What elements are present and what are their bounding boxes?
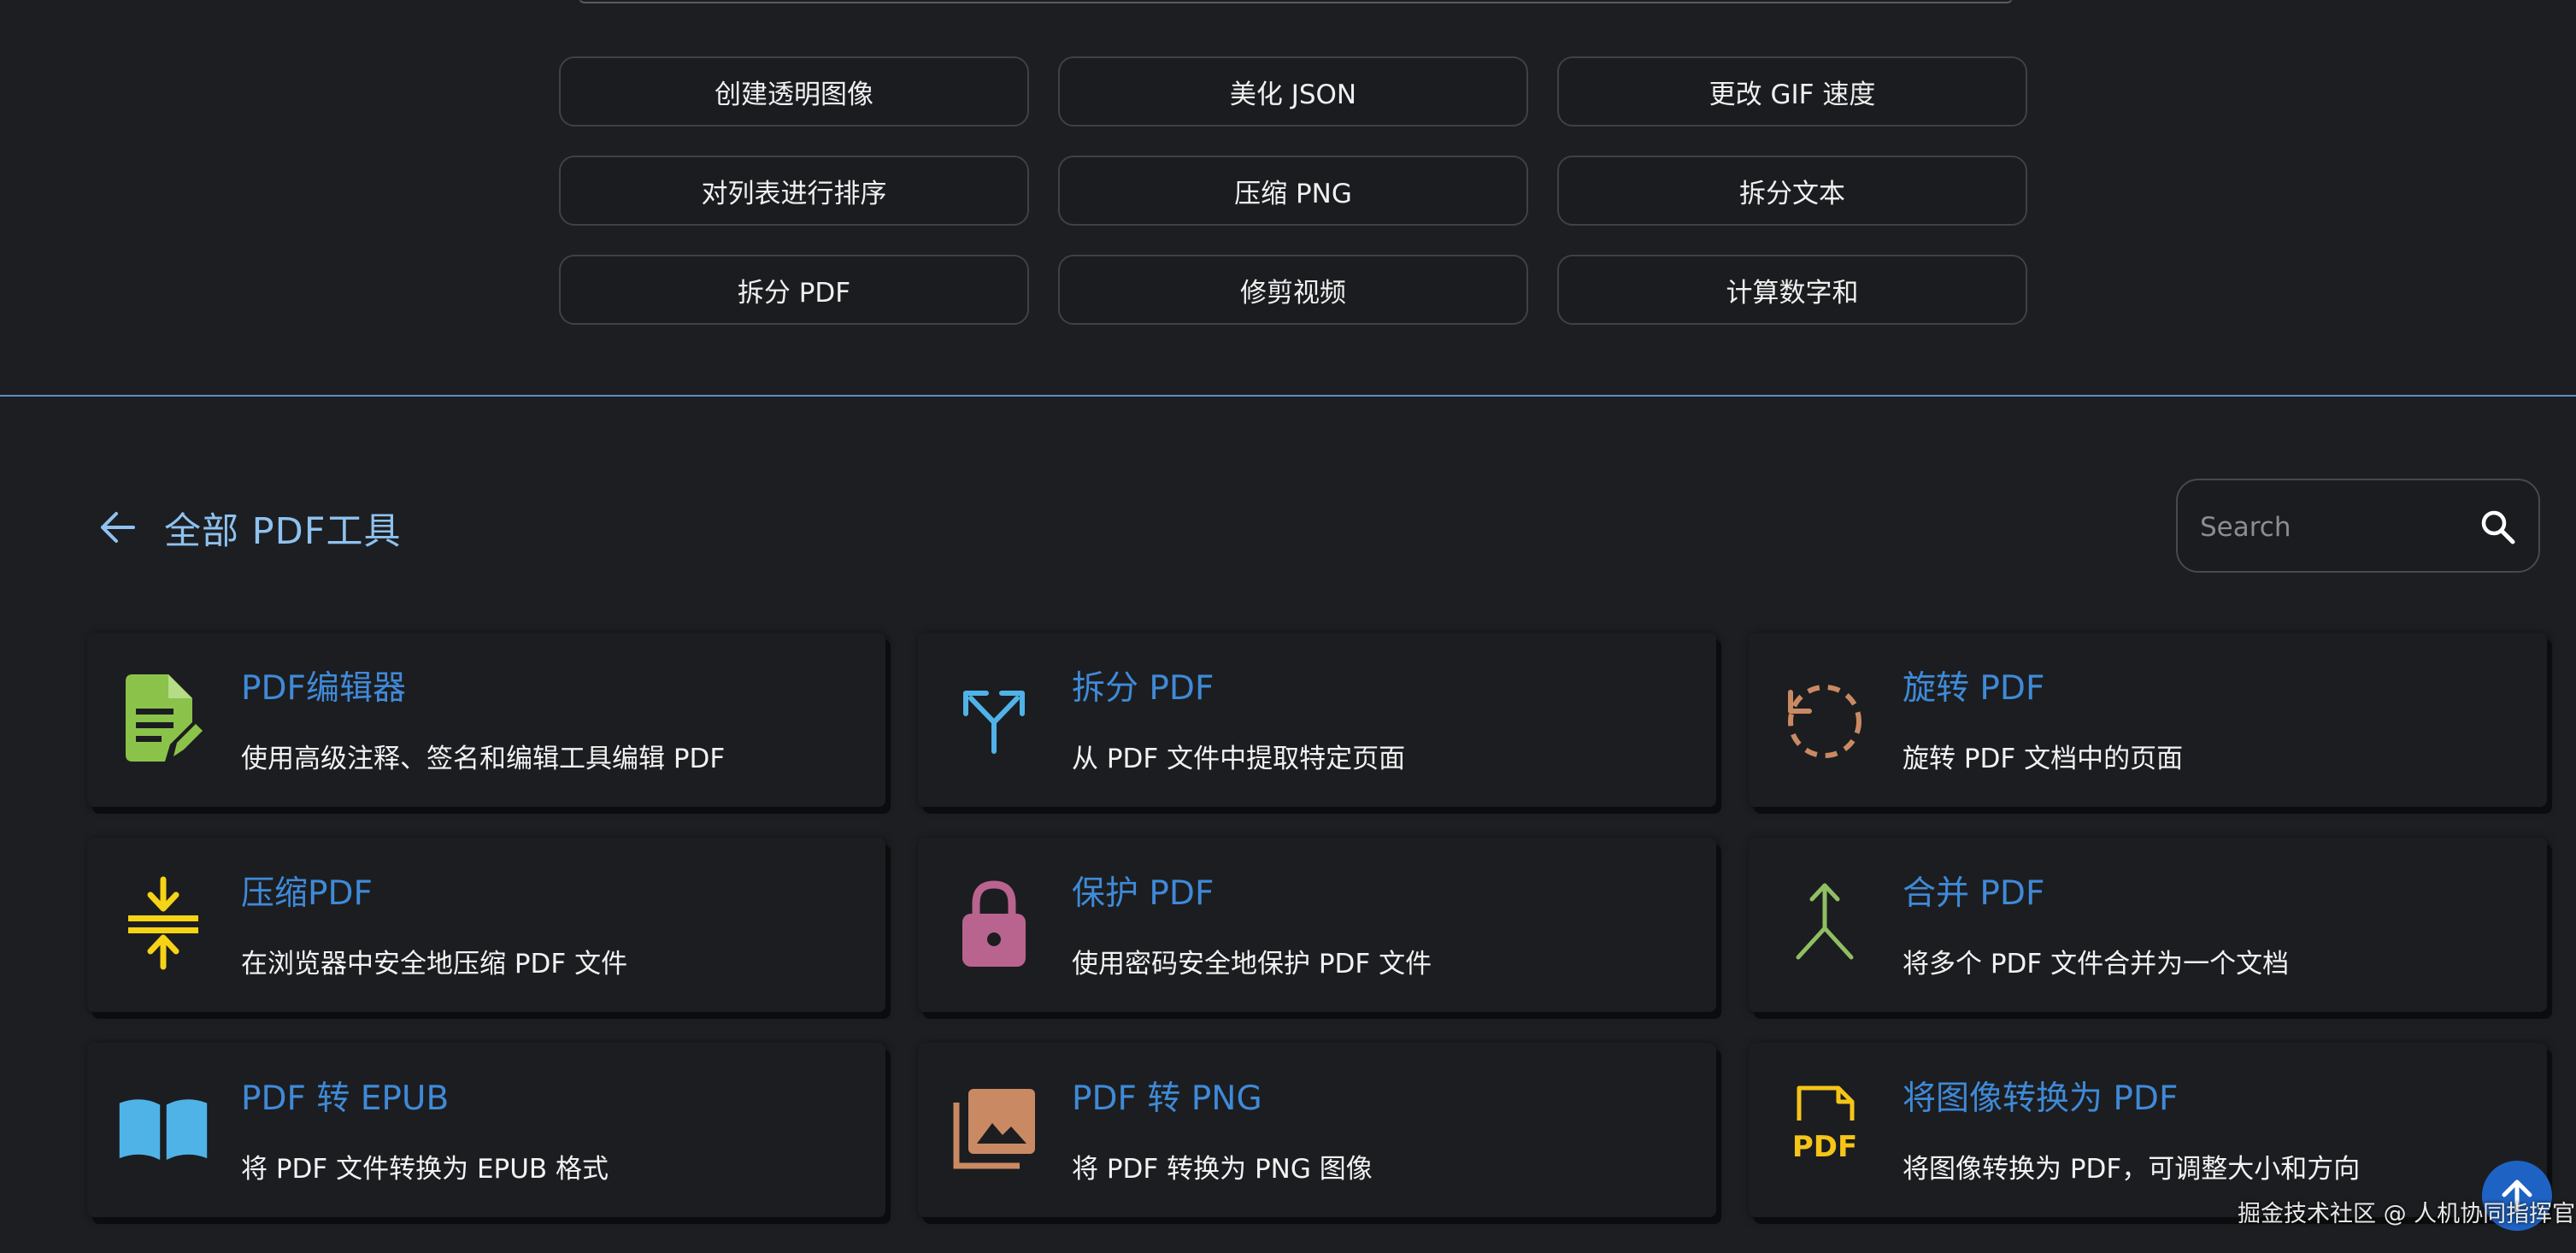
quick-link-button[interactable]: 更改 GIF 速度 <box>1557 56 2027 126</box>
tool-card-protect-pdf[interactable]: 保护 PDF 使用密码安全地保护 PDF 文件 <box>918 838 1716 1012</box>
tool-title: 旋转 PDF <box>1903 669 2045 708</box>
tool-title: PDF 转 EPUB <box>241 1079 450 1118</box>
tool-title: 将图像转换为 PDF <box>1903 1079 2179 1118</box>
tool-description: 旋转 PDF 文档中的页面 <box>1903 744 2184 774</box>
tool-description: 将 PDF 转换为 PNG 图像 <box>1072 1154 1373 1185</box>
search-box <box>2176 479 2540 573</box>
quick-link-button[interactable]: 计算数字和 <box>1557 255 2027 325</box>
lock-icon <box>947 872 1041 974</box>
tool-card-pdf-to-png[interactable]: PDF 转 PNG 将 PDF 转换为 PNG 图像 <box>918 1043 1716 1217</box>
image-stack-icon <box>947 1077 1041 1179</box>
compress-icon <box>116 872 210 974</box>
tool-description: 将图像转换为 PDF，可调整大小和方向 <box>1903 1154 2361 1185</box>
search-input[interactable] <box>2198 501 2458 554</box>
watermark: 掘金技术社区 @ 人机协同指挥官 <box>2238 1201 2576 1227</box>
pdf-tools-grid: PDF编辑器 使用高级注释、签名和编辑工具编辑 PDF 拆分 PDF 从 PDF… <box>87 632 2547 1217</box>
tool-title: PDF编辑器 <box>241 669 406 708</box>
tool-card-pdf-editor[interactable]: PDF编辑器 使用高级注释、签名和编辑工具编辑 PDF <box>87 632 885 807</box>
quick-link-button[interactable]: 对列表进行排序 <box>559 156 1029 226</box>
tool-description: 从 PDF 文件中提取特定页面 <box>1072 744 1406 774</box>
quick-link-button[interactable]: 美化 JSON <box>1058 56 1528 126</box>
tool-card-pdf-to-epub[interactable]: PDF 转 EPUB 将 PDF 文件转换为 EPUB 格式 <box>87 1043 885 1217</box>
book-open-icon <box>116 1077 210 1179</box>
tool-title: PDF 转 PNG <box>1072 1079 1262 1118</box>
quick-link-button[interactable]: 拆分 PDF <box>559 255 1029 325</box>
tool-description: 使用密码安全地保护 PDF 文件 <box>1072 949 1432 979</box>
split-arrows-icon <box>947 667 1041 769</box>
quick-link-button[interactable]: 创建透明图像 <box>559 56 1029 126</box>
quick-links-section: 创建透明图像 美化 JSON 更改 GIF 速度 对列表进行排序 压缩 PNG … <box>0 0 2576 397</box>
tool-title: 保护 PDF <box>1072 874 1214 913</box>
top-search-bar-edge[interactable] <box>578 0 2014 3</box>
quick-links-grid: 创建透明图像 美化 JSON 更改 GIF 速度 对列表进行排序 压缩 PNG … <box>559 56 2027 325</box>
merge-icon <box>1778 872 1872 974</box>
quick-link-button[interactable]: 压缩 PNG <box>1058 156 1528 226</box>
tool-card-compress-pdf[interactable]: 压缩PDF 在浏览器中安全地压缩 PDF 文件 <box>87 838 885 1012</box>
tool-description: 使用高级注释、签名和编辑工具编辑 PDF <box>241 744 726 774</box>
tool-title: 拆分 PDF <box>1072 669 1214 708</box>
pdf-file-icon: PDF <box>1778 1077 1872 1179</box>
tool-card-rotate-pdf[interactable]: 旋转 PDF 旋转 PDF 文档中的页面 <box>1749 632 2547 807</box>
tool-title: 合并 PDF <box>1903 874 2045 913</box>
tool-card-image-to-pdf[interactable]: PDF 将图像转换为 PDF 将图像转换为 PDF，可调整大小和方向 <box>1749 1043 2547 1217</box>
tool-description: 在浏览器中安全地压缩 PDF 文件 <box>241 949 628 979</box>
tool-title: 压缩PDF <box>241 874 373 913</box>
tool-description: 将 PDF 文件转换为 EPUB 格式 <box>241 1154 609 1185</box>
tool-card-merge-pdf[interactable]: 合并 PDF 将多个 PDF 文件合并为一个文档 <box>1749 838 2547 1012</box>
tool-description: 将多个 PDF 文件合并为一个文档 <box>1903 949 2290 979</box>
pdf-icon-label: PDF <box>1792 1130 1857 1164</box>
rotate-icon <box>1778 667 1872 769</box>
quick-link-button[interactable]: 修剪视频 <box>1058 255 1528 325</box>
search-icon[interactable] <box>2479 508 2518 547</box>
tool-card-split-pdf[interactable]: 拆分 PDF 从 PDF 文件中提取特定页面 <box>918 632 1716 807</box>
quick-link-button[interactable]: 拆分文本 <box>1557 156 2027 226</box>
page-title: 全部 PDF工具 <box>164 510 402 553</box>
arrow-left-icon[interactable] <box>96 509 138 546</box>
file-edit-icon <box>116 667 210 769</box>
